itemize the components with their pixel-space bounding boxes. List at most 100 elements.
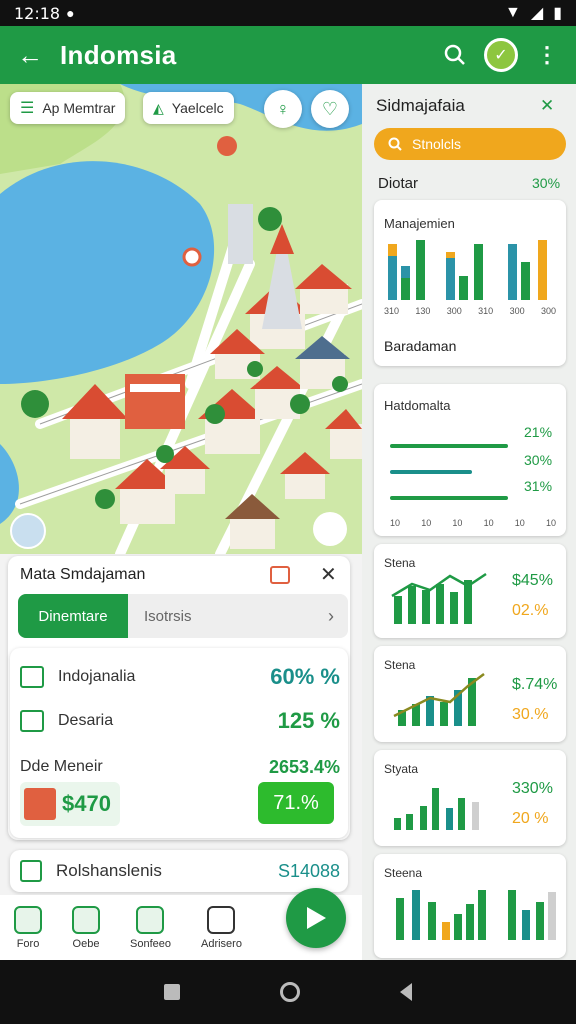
- stat-value: 125 %: [277, 708, 340, 733]
- tick-label: 300: [446, 306, 462, 316]
- stat-label: Indojanalia: [58, 668, 136, 685]
- section-value: 30%: [532, 175, 561, 191]
- system-nav-bar: [0, 960, 576, 1024]
- status-time: 12:18: [14, 3, 61, 23]
- card-title: Styata: [384, 762, 419, 776]
- summary-value: S14088: [277, 860, 340, 881]
- favorite-map-button[interactable]: ♡: [311, 90, 349, 128]
- side-close-icon[interactable]: ✕: [540, 96, 554, 116]
- card-title: Stena: [384, 556, 416, 570]
- tick-label: 10: [545, 518, 556, 528]
- metric-value: $45%: [512, 572, 553, 589]
- progress-bar: [390, 496, 508, 500]
- price-value: $470: [62, 791, 111, 816]
- stat-value: 60% %: [270, 664, 340, 689]
- metric-value: $.74%: [512, 676, 558, 693]
- side-search-label: Stnolcls: [412, 136, 462, 152]
- tick-label: 300: [540, 306, 556, 316]
- house-icon: [20, 710, 44, 732]
- progress-bar: [390, 444, 508, 448]
- tick-label: 300: [509, 306, 525, 316]
- nav-label: Sonfeeo: [130, 937, 171, 950]
- app-bar: ← Indomsia ✓ ⋮: [0, 26, 576, 84]
- tick-label: 310: [384, 306, 400, 316]
- detail-title: Mata Smdajaman: [20, 566, 146, 583]
- battery-icon: ▮: [553, 5, 562, 22]
- more-vert-icon[interactable]: ⋮: [536, 42, 558, 68]
- progress-value: 21%: [524, 424, 553, 440]
- bulb-icon: [72, 905, 100, 934]
- arrow-back-icon[interactable]: ←: [0, 40, 60, 71]
- progress-value: 30%: [524, 452, 553, 468]
- metric-value: 02.%: [512, 602, 549, 619]
- tick-label: 10: [514, 518, 525, 528]
- tick-label: 10: [483, 518, 494, 528]
- nav-item-bag[interactable]: Adrisero: [200, 905, 242, 950]
- wifi-icon: ▼: [505, 4, 521, 21]
- section-label: Diotar: [378, 175, 419, 192]
- status-bar: 12:18 ● ▼ ◢ ▮: [0, 0, 576, 26]
- tab-bar: Dinemtare Isotrsis ›: [18, 594, 348, 638]
- tick-label: 10: [421, 518, 432, 528]
- tick-label: 10: [390, 518, 401, 528]
- nav-label: Adrisero: [200, 937, 242, 950]
- nav-item-home[interactable]: Foro: [14, 905, 42, 950]
- calendar-icon[interactable]: [270, 566, 290, 584]
- grid-icon: [20, 860, 42, 882]
- side-card-bars[interactable]: Manajemien 310 130 300 310 300 300 Barad…: [374, 200, 566, 366]
- close-icon[interactable]: ✕: [320, 562, 337, 587]
- notification-icon: ●: [66, 5, 75, 21]
- percent-badge[interactable]: 71.%: [258, 782, 334, 824]
- bulb-map-button[interactable]: ♀: [264, 90, 302, 128]
- bulb-icon: ♀: [276, 98, 290, 119]
- search-icon[interactable]: [444, 44, 466, 66]
- document-icon: [20, 666, 44, 688]
- side-card-steena[interactable]: Steena: [374, 854, 566, 958]
- tick-label: 10: [452, 518, 463, 528]
- mini-chart: [394, 788, 479, 830]
- mini-chart: [393, 673, 485, 726]
- side-title: Sidmajafaia: [376, 96, 465, 115]
- signal-icon: ◢: [530, 5, 544, 22]
- side-card-progress[interactable]: Hatdomalta 21% 30% 31% 10 10 10 10 10 10: [374, 384, 566, 536]
- nav-label: Oebe: [72, 937, 100, 950]
- home-icon: [14, 905, 42, 934]
- profile-avatar[interactable]: ✓: [484, 38, 518, 72]
- nav-item-charts[interactable]: Sonfeeo: [130, 905, 171, 950]
- page-title: Indomsia: [60, 39, 177, 70]
- side-search-button[interactable]: Stnolcls: [374, 128, 566, 160]
- menu-icon: ☰: [20, 100, 35, 117]
- tab-dinemtare[interactable]: Dinemtare: [18, 594, 128, 638]
- metric-value: 30.%: [512, 706, 549, 723]
- axis-ticks: 310 130 300 310 300 300: [384, 306, 556, 316]
- tab-isotrsis-label: Isotrsis: [144, 607, 192, 625]
- price-tag: $470: [20, 782, 120, 826]
- house-thumbnail-icon: [24, 788, 56, 820]
- stat-label: Dde Meneir: [20, 758, 103, 775]
- nav-item-ideas[interactable]: Oebe: [72, 905, 100, 950]
- metric-value: 20 %: [512, 810, 549, 827]
- nav-label: Foro: [16, 937, 40, 950]
- play-button[interactable]: [286, 888, 346, 948]
- tab-isotrsis[interactable]: Isotrsis ›: [128, 594, 348, 638]
- side-card-styata[interactable]: Styata 330% 20 %: [374, 750, 566, 846]
- mini-chart: [396, 890, 556, 940]
- stat-row: Dde Meneir 2653.4%: [20, 754, 340, 780]
- progress-value: 31%: [524, 478, 553, 494]
- side-card-stena-2[interactable]: Stena $.74% 30.%: [374, 646, 566, 742]
- summary-row: Rolshanslenis S14088: [20, 856, 340, 886]
- summary-label: Rolshanslenis: [56, 861, 162, 880]
- search-icon: [388, 137, 402, 151]
- map-view[interactable]: [0, 84, 362, 554]
- back-nav-icon[interactable]: [400, 983, 412, 1001]
- map-layer-chip[interactable]: ☰ Ap Memtrar: [10, 92, 126, 124]
- side-card-stena-1[interactable]: Stena $45% 02.%: [374, 544, 566, 638]
- card-footer: Baradaman: [384, 338, 457, 354]
- stat-row: Desaria 125 %: [20, 706, 340, 736]
- progress-bar: [390, 470, 472, 474]
- axis-ticks: 10 10 10 10 10 10: [390, 518, 556, 528]
- recents-icon[interactable]: [164, 984, 180, 1000]
- vehicle-chip[interactable]: ◭ Yaelcelc: [143, 92, 234, 124]
- stat-label: Desaria: [58, 712, 114, 729]
- home-button-icon[interactable]: [280, 982, 300, 1002]
